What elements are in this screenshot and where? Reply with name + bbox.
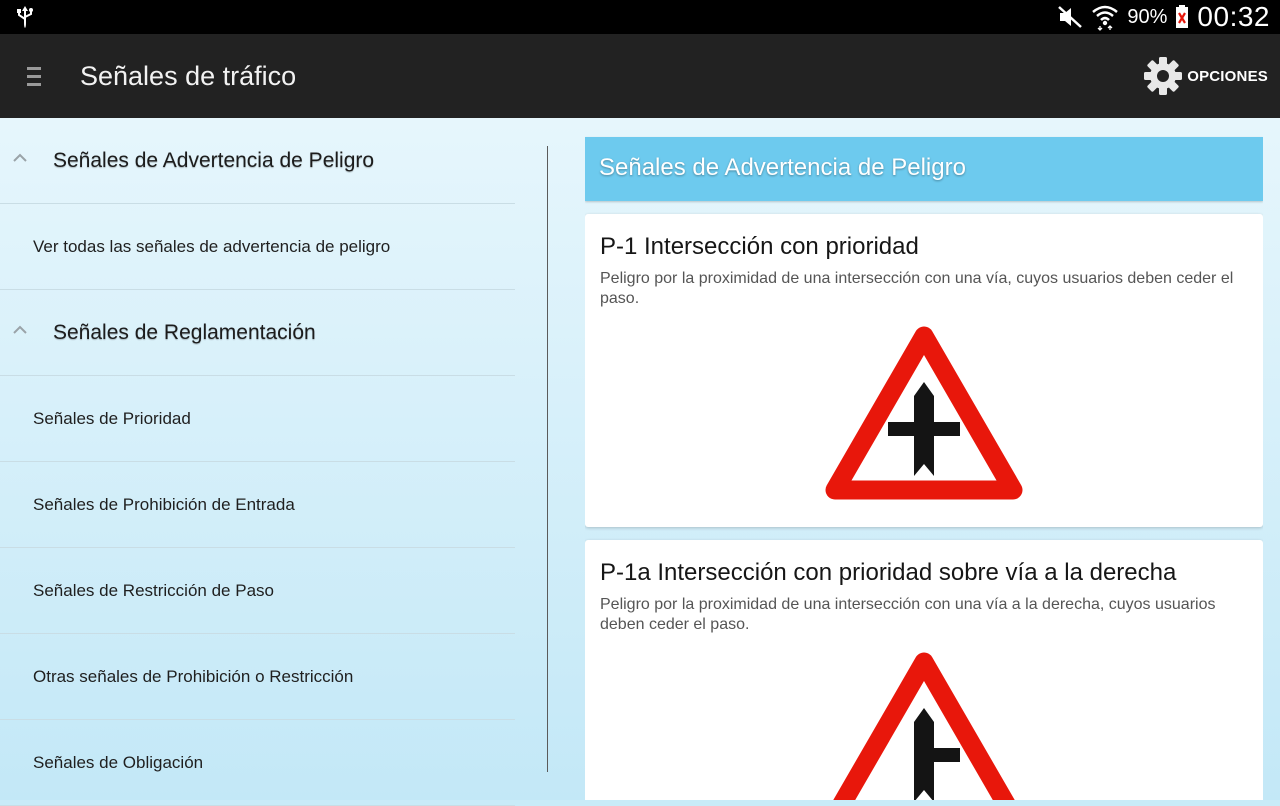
action-bar: Señales de tráfico OPCIONES	[0, 34, 1280, 118]
list-item-restriccion-paso[interactable]: Señales de Restricción de Paso	[0, 548, 515, 634]
app-title: Señales de tráfico	[80, 61, 297, 91]
list-item-label: Otras señales de Prohibición o Restricci…	[33, 667, 354, 686]
sign-title: P-1a Intersección con prioridad sobre ví…	[600, 559, 1177, 586]
gear-icon	[1144, 57, 1183, 95]
content-area: Señales de Advertencia de Peligro Ver to…	[0, 118, 1280, 806]
sign-title: P-1 Intersección con prioridad	[600, 233, 919, 260]
priority-right-intersection-sign-icon	[833, 652, 1015, 800]
list-item-label: Señales de Obligación	[33, 753, 204, 772]
list-item-label: Señales de Restricción de Paso	[33, 581, 274, 600]
section-header: Señales de Advertencia de Peligro	[585, 137, 1263, 201]
list-item-label: Ver todas las señales de advertencia de …	[33, 237, 391, 256]
list-item-prohibicion-entrada[interactable]: Señales de Prohibición de Entrada	[0, 462, 515, 548]
section-title: Señales de Advertencia de Peligro	[599, 154, 966, 181]
list-item-label: Señales de Prohibición de Entrada	[33, 495, 295, 514]
chevron-up-icon	[13, 325, 27, 334]
mute-icon	[1058, 6, 1083, 28]
list-item-label: Señales de Prioridad	[33, 409, 191, 428]
group-label: Señales de Reglamentación	[53, 321, 316, 344]
options-button[interactable]: OPCIONES	[1143, 56, 1268, 96]
category-list: Señales de Advertencia de Peligro Ver to…	[0, 118, 515, 806]
list-item-obligacion[interactable]: Señales de Obligación	[0, 720, 515, 806]
group-header-reglamentacion[interactable]: Señales de Reglamentación	[0, 290, 515, 376]
sign-description: Peligro por la proximidad de una interse…	[600, 596, 1216, 633]
group-label: Señales de Advertencia de Peligro	[53, 149, 375, 172]
clock: 00:32	[1197, 1, 1270, 32]
priority-intersection-sign-icon	[825, 326, 1023, 500]
list-item-ver-todas[interactable]: Ver todas las señales de advertencia de …	[0, 204, 515, 290]
sign-description: Peligro por la proximidad de una interse…	[600, 270, 1234, 307]
chevron-up-icon	[13, 153, 27, 162]
list-item-otras-prohibicion[interactable]: Otras señales de Prohibición o Restricci…	[0, 634, 515, 720]
list-item-prioridad[interactable]: Señales de Prioridad	[0, 376, 515, 462]
options-label: OPCIONES	[1187, 67, 1268, 85]
status-bar: 90% 00:32	[0, 0, 1280, 34]
battery-percent: 90%	[1127, 5, 1168, 28]
sign-card-p1a[interactable]: P-1a Intersección con prioridad sobre ví…	[585, 540, 1263, 800]
sign-card-p1[interactable]: P-1 Intersección con prioridad Peligro p…	[585, 214, 1263, 527]
group-header-advertencia[interactable]: Señales de Advertencia de Peligro	[0, 118, 515, 204]
sign-detail-panel[interactable]: Señales de Advertencia de Peligro P-1 In…	[585, 118, 1263, 800]
usb-icon	[17, 6, 33, 28]
battery-icon	[1176, 5, 1189, 28]
panel-divider	[547, 146, 548, 772]
drawer-menu-icon[interactable]	[27, 67, 41, 87]
wifi-icon	[1092, 5, 1119, 31]
